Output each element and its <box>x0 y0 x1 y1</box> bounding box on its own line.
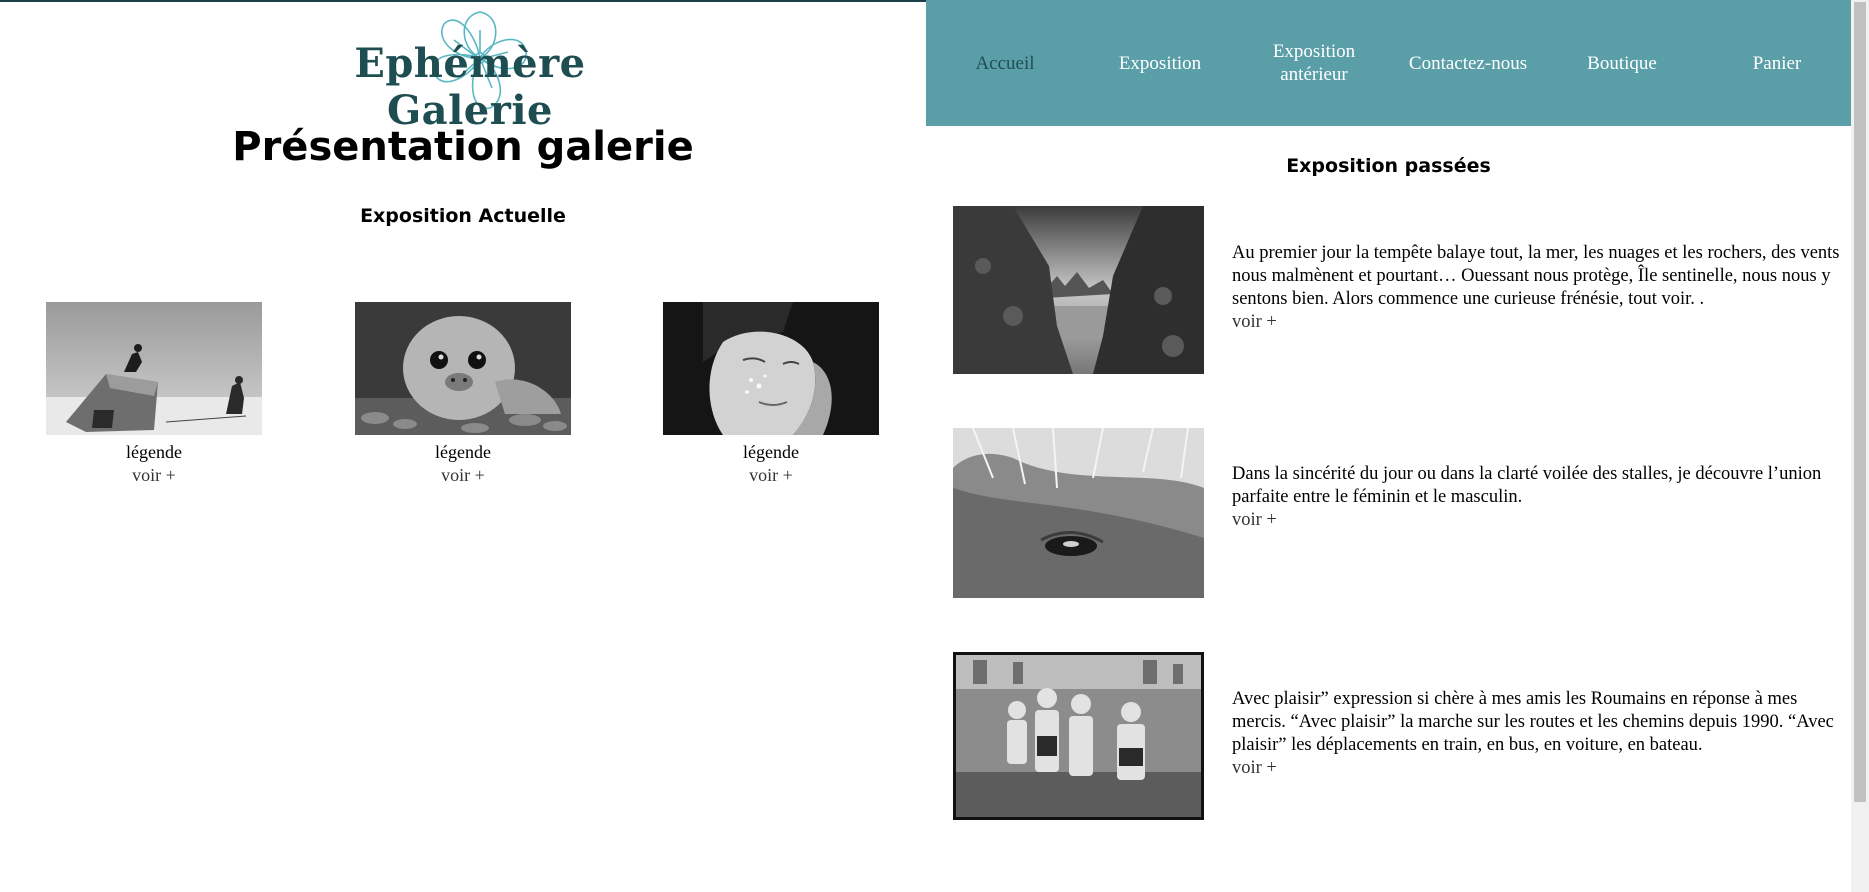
exhibition-card: légende voir + <box>46 302 262 487</box>
nav-item-accueil[interactable]: Accueil <box>928 0 1082 126</box>
current-exhibition-heading: Exposition Actuelle <box>360 205 566 227</box>
past-exhibition-item: Au premier jour la tempête balaye tout, … <box>953 206 1843 374</box>
left-column: Ephémère Galerie Présentation galerie Ex… <box>0 0 926 892</box>
see-more-link[interactable]: voir + <box>1232 757 1842 780</box>
past-exhibition-description: Au premier jour la tempête balaye tout, … <box>1232 242 1842 334</box>
nav-item-exposition-anterieur[interactable]: Exposition antérieur <box>1237 0 1391 126</box>
nav-item-boutique[interactable]: Boutique <box>1545 0 1699 126</box>
vertical-scrollbar[interactable] <box>1851 0 1869 892</box>
past-exhibition-description: Avec plaisir” expression si chère à mes … <box>1232 688 1842 780</box>
description-text: Au premier jour la tempête balaye tout, … <box>1232 243 1840 309</box>
card-caption: légende <box>435 442 491 462</box>
page-title: Présentation galerie <box>232 124 694 170</box>
past-exhibition-description: Dans la sincérité du jour ou dans la cla… <box>1232 463 1842 532</box>
nav-item-contactez-nous[interactable]: Contactez-nous <box>1391 0 1545 126</box>
photo-woman-face-icon[interactable] <box>663 302 879 435</box>
photo-bunker-climber-icon[interactable] <box>46 302 262 435</box>
see-more-link[interactable]: voir + <box>355 464 571 487</box>
exhibition-card: légende voir + <box>355 302 571 487</box>
nav-item-panier[interactable]: Panier <box>1700 0 1854 126</box>
photo-horse-eye-icon[interactable] <box>953 428 1204 598</box>
site-logo[interactable]: Ephémère Galerie <box>290 6 650 134</box>
description-text: Dans la sincérité du jour ou dans la cla… <box>1232 464 1822 507</box>
photo-rocks-sea-icon[interactable] <box>953 206 1204 374</box>
main-navigation: Accueil Exposition Exposition antérieur … <box>926 0 1851 126</box>
description-text: Avec plaisir” expression si chère à mes … <box>1232 689 1834 755</box>
see-more-link[interactable]: voir + <box>1232 311 1842 334</box>
past-exhibitions-heading: Exposition passées <box>1286 155 1491 177</box>
past-exhibition-item: Dans la sincérité du jour ou dans la cla… <box>953 428 1843 598</box>
exhibition-card: légende voir + <box>663 302 879 487</box>
nav-item-exposition[interactable]: Exposition <box>1083 0 1237 126</box>
see-more-link[interactable]: voir + <box>663 464 879 487</box>
card-caption: légende <box>126 442 182 462</box>
scrollbar-thumb[interactable] <box>1854 2 1866 802</box>
see-more-link[interactable]: voir + <box>46 464 262 487</box>
see-more-link[interactable]: voir + <box>1232 509 1842 532</box>
photo-seal-icon[interactable] <box>355 302 571 435</box>
photo-children-fountain-icon[interactable] <box>953 652 1204 820</box>
logo-text: Ephémère Galerie <box>354 40 586 134</box>
card-caption: légende <box>743 442 799 462</box>
past-exhibition-item: Avec plaisir” expression si chère à mes … <box>953 652 1843 820</box>
